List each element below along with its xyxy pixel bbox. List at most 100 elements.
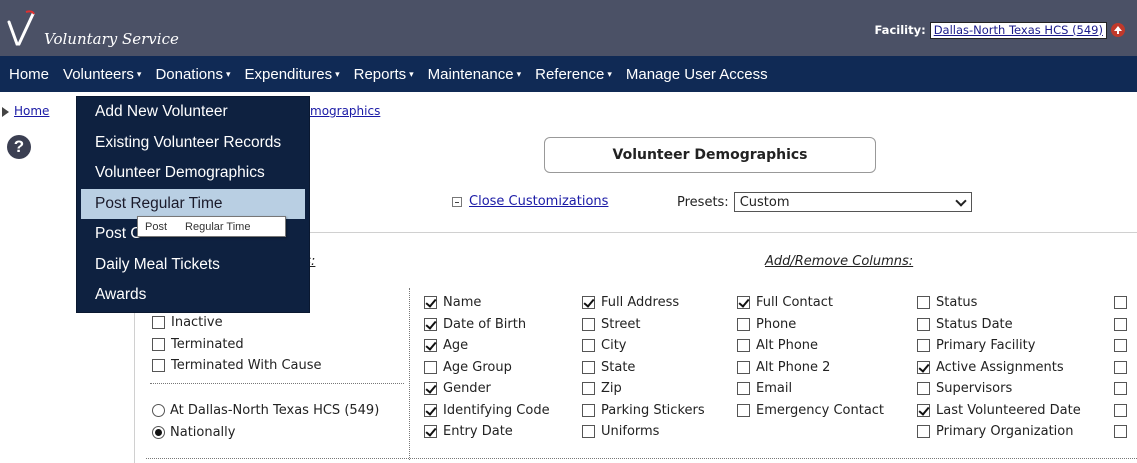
column-option-state[interactable]: State — [582, 357, 705, 379]
checkbox[interactable] — [1114, 317, 1127, 331]
checkbox[interactable] — [737, 296, 750, 310]
app-logo[interactable]: Voluntary Service — [6, 8, 186, 48]
status-filter-inactive[interactable]: Inactive — [152, 312, 322, 334]
checkbox[interactable] — [1114, 360, 1127, 374]
presets-select[interactable]: Custom — [733, 192, 972, 212]
menu-item-daily-meal-tickets[interactable]: Daily Meal Tickets — [77, 250, 309, 281]
nav-item-home[interactable]: Home — [9, 66, 49, 83]
checkbox[interactable] — [582, 317, 595, 331]
facility-go-icon[interactable] — [1111, 23, 1125, 37]
checkbox[interactable] — [1114, 339, 1127, 353]
checkbox[interactable] — [424, 403, 437, 417]
column-option-phone[interactable]: Phone — [737, 314, 884, 336]
column-option-supervisors[interactable]: Supervisors — [917, 378, 1081, 400]
scope-option-nationally[interactable]: Nationally — [152, 422, 379, 444]
checkbox[interactable] — [424, 360, 437, 374]
checkbox[interactable] — [1114, 403, 1127, 417]
column-option-email[interactable]: Email — [737, 378, 884, 400]
checkbox[interactable] — [917, 382, 930, 396]
checkbox[interactable] — [152, 359, 165, 373]
column-option-age[interactable]: Age — [424, 335, 550, 357]
column-option-active-assignments[interactable]: Active Assignments — [917, 357, 1081, 379]
menu-item-existing-volunteer-records[interactable]: Existing Volunteer Records — [77, 128, 309, 159]
checkbox[interactable] — [582, 403, 595, 417]
checkbox[interactable] — [424, 382, 437, 396]
checkbox[interactable] — [1114, 296, 1127, 310]
radio-button[interactable] — [152, 404, 165, 418]
checkbox[interactable] — [917, 425, 930, 439]
checkbox[interactable] — [424, 339, 437, 353]
close-customizations-toggle[interactable]: Close Customizations — [452, 194, 608, 209]
column-option-alt-phone-2[interactable]: Alt Phone 2 — [737, 357, 884, 379]
facility-link[interactable]: Dallas-North Texas HCS (549) — [929, 21, 1107, 39]
nav-item-expenditures[interactable]: Expenditures ▾ — [245, 66, 340, 83]
column-option-uniforms[interactable]: Uniforms — [582, 421, 705, 443]
column-option-primary-organization[interactable]: Primary Organization — [917, 421, 1081, 443]
column-option-date-of-birth[interactable]: Date of Birth — [424, 314, 550, 336]
column-option-full-address[interactable]: Full Address — [582, 292, 705, 314]
column-option-age-group[interactable]: Age Group — [424, 357, 550, 379]
column-option-gender[interactable]: Gender — [424, 378, 550, 400]
checkbox[interactable] — [917, 339, 930, 353]
nav-item-reference[interactable]: Reference ▾ — [535, 66, 612, 83]
column-option-status-date[interactable]: Status Date — [917, 314, 1081, 336]
checkbox[interactable] — [917, 317, 930, 331]
menu-item-awards[interactable]: Awards — [77, 280, 309, 311]
column-option-name[interactable]: Name — [424, 292, 550, 314]
column-option-alt-phone[interactable]: Alt Phone — [737, 335, 884, 357]
checkbox[interactable] — [582, 382, 595, 396]
checkbox[interactable] — [917, 296, 930, 310]
column-option-full-contact[interactable]: Full Contact — [737, 292, 884, 314]
nav-item-reports[interactable]: Reports ▾ — [354, 66, 414, 83]
checkbox[interactable] — [424, 317, 437, 331]
checkbox[interactable] — [737, 339, 750, 353]
column-option-identifying-code[interactable]: Identifying Code — [424, 400, 550, 422]
column-option[interactable] — [1114, 335, 1133, 357]
checkbox[interactable] — [582, 296, 595, 310]
help-icon[interactable]: ? — [7, 135, 31, 159]
column-option-entry-date[interactable]: Entry Date — [424, 421, 550, 443]
column-option[interactable] — [1114, 292, 1133, 314]
column-option-street[interactable]: Street — [582, 314, 705, 336]
column-option-zip[interactable]: Zip — [582, 378, 705, 400]
nav-item-maintenance[interactable]: Maintenance ▾ — [428, 66, 521, 83]
checkbox[interactable] — [1114, 382, 1127, 396]
column-option-primary-facility[interactable]: Primary Facility — [917, 335, 1081, 357]
menu-item-add-new-volunteer[interactable]: Add New Volunteer — [77, 97, 309, 128]
column-option-last-volunteered-date[interactable]: Last Volunteered Date — [917, 400, 1081, 422]
checkbox[interactable] — [582, 360, 595, 374]
column-option[interactable] — [1114, 314, 1133, 336]
radio-button[interactable] — [152, 425, 165, 439]
checkbox[interactable] — [917, 360, 930, 374]
column-option[interactable] — [1114, 400, 1133, 422]
checkbox[interactable] — [737, 317, 750, 331]
checkbox[interactable] — [582, 339, 595, 353]
nav-item-donations[interactable]: Donations ▾ — [155, 66, 230, 83]
checkbox[interactable] — [737, 382, 750, 396]
breadcrumb-home-link[interactable]: Home — [14, 104, 49, 118]
checkbox[interactable] — [917, 403, 930, 417]
menu-item-post-regular-time[interactable]: Post Regular Time — [81, 188, 305, 219]
scope-option-at-dallas-north-texas-hcs-549[interactable]: At Dallas-North Texas HCS (549) — [152, 400, 379, 422]
checkbox[interactable] — [582, 425, 595, 439]
menu-item-volunteer-demographics[interactable]: Volunteer Demographics — [77, 158, 309, 189]
status-filter-terminated[interactable]: Terminated — [152, 334, 322, 356]
checkbox[interactable] — [424, 296, 437, 310]
nav-item-manage-user-access[interactable]: Manage User Access — [626, 66, 768, 83]
column-option[interactable] — [1114, 357, 1133, 379]
column-option-parking-stickers[interactable]: Parking Stickers — [582, 400, 705, 422]
close-customizations-link[interactable]: Close Customizations — [469, 194, 608, 209]
checkbox[interactable] — [1114, 425, 1127, 439]
column-option-status[interactable]: Status — [917, 292, 1081, 314]
column-option[interactable] — [1114, 378, 1133, 400]
checkbox[interactable] — [424, 425, 437, 439]
column-option-emergency-contact[interactable]: Emergency Contact — [737, 400, 884, 422]
checkbox[interactable] — [737, 360, 750, 374]
breadcrumb-current-link[interactable]: mographics — [310, 104, 380, 118]
checkbox[interactable] — [737, 403, 750, 417]
checkbox[interactable] — [152, 337, 165, 351]
nav-item-volunteers[interactable]: Volunteers ▾ — [63, 66, 141, 83]
checkbox[interactable] — [152, 316, 165, 330]
status-filter-terminated-with-cause[interactable]: Terminated With Cause — [152, 355, 322, 377]
column-option-city[interactable]: City — [582, 335, 705, 357]
